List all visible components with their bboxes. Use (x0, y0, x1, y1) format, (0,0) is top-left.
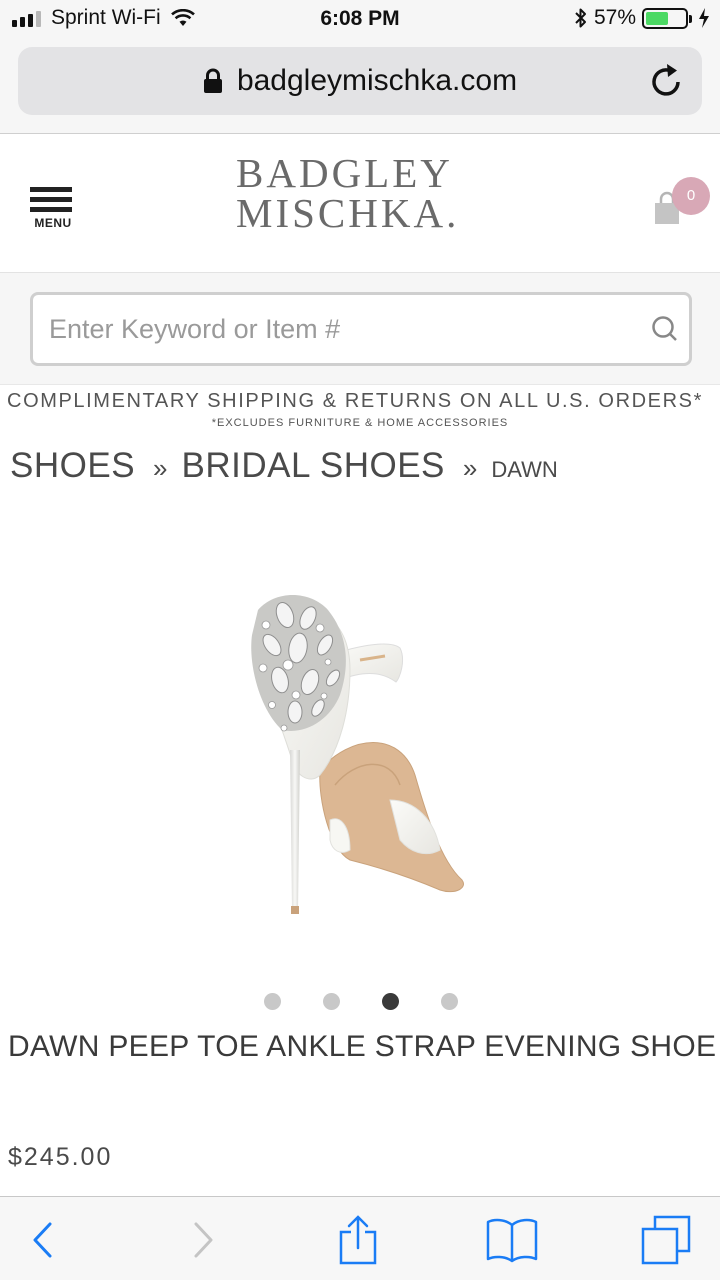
hamburger-bar (30, 207, 72, 212)
tabs-button[interactable] (638, 1215, 694, 1265)
breadcrumb-separator: » (153, 453, 168, 483)
hamburger-bar (30, 197, 72, 202)
battery-icon (642, 7, 692, 29)
carousel-dot[interactable] (441, 993, 458, 1010)
lock-icon (203, 68, 222, 93)
status-bar: Sprint Wi-Fi 6:08 PM 57% (0, 0, 720, 40)
carousel-dot[interactable] (323, 993, 340, 1010)
charging-bolt-icon (699, 8, 709, 28)
chevron-right-icon (194, 1222, 213, 1258)
search-icon[interactable] (649, 313, 689, 349)
battery-percent: 57% (593, 6, 636, 29)
breadcrumb-separator: » (462, 453, 478, 483)
logo-line-1: BADGLEY (236, 150, 453, 196)
carousel-dots (264, 993, 458, 1010)
site-header: MENU BADGLEY MISCHKA. 0 (0, 135, 720, 273)
hamburger-icon (30, 187, 72, 192)
browser-address-area: badgleymischka.com (0, 40, 720, 134)
promo-sub-text: *EXCLUDES FURNITURE & HOME ACCESSORIES (211, 417, 509, 429)
search-area (0, 273, 720, 385)
share-button[interactable] (330, 1215, 386, 1265)
cart-count-badge: 0 (672, 177, 710, 215)
carousel-dot[interactable] (264, 993, 281, 1010)
forward-button[interactable] (176, 1215, 232, 1265)
product-price: $245.00 (8, 1143, 113, 1171)
status-right: 57% (574, 6, 710, 30)
address-bar[interactable]: badgleymischka.com (18, 47, 702, 115)
bluetooth-icon (575, 8, 586, 28)
shipping-promo: COMPLIMENTARY SHIPPING & RETURNS ON ALL … (0, 390, 720, 429)
search-box (30, 292, 692, 366)
logo-line-2: MISCHKA. (236, 190, 460, 236)
breadcrumb-current: DAWN (491, 457, 558, 482)
open-book-icon (486, 1218, 538, 1263)
breadcrumb: SHOES » BRIDAL SHOES » DAWN (10, 446, 558, 486)
product-title: DAWN PEEP TOE ANKLE STRAP EVENING SHOE (8, 1030, 717, 1063)
promo-main-text: COMPLIMENTARY SHIPPING & RETURNS ON ALL … (7, 390, 703, 412)
battery-fill (646, 11, 668, 25)
chevron-left-icon (33, 1222, 52, 1258)
tabs-icon (641, 1215, 691, 1265)
address-content: badgleymischka.com (18, 47, 702, 115)
product-image[interactable] (200, 560, 520, 940)
breadcrumb-shoes[interactable]: SHOES (10, 446, 135, 486)
url-text: badgleymischka.com (236, 64, 518, 97)
carousel-dot[interactable] (382, 993, 399, 1010)
cart-button[interactable]: 0 (654, 177, 714, 237)
menu-button[interactable]: MENU (30, 187, 76, 230)
share-icon (339, 1215, 377, 1265)
back-button[interactable] (14, 1215, 70, 1265)
search-input[interactable] (49, 295, 639, 363)
breadcrumb-bridal-shoes[interactable]: BRIDAL SHOES (182, 446, 445, 486)
brand-logo[interactable]: BADGLEY MISCHKA. (236, 150, 486, 236)
reload-icon[interactable] (650, 63, 684, 99)
browser-toolbar (0, 1196, 720, 1280)
bookmarks-button[interactable] (484, 1215, 540, 1265)
menu-label: MENU (34, 216, 72, 230)
